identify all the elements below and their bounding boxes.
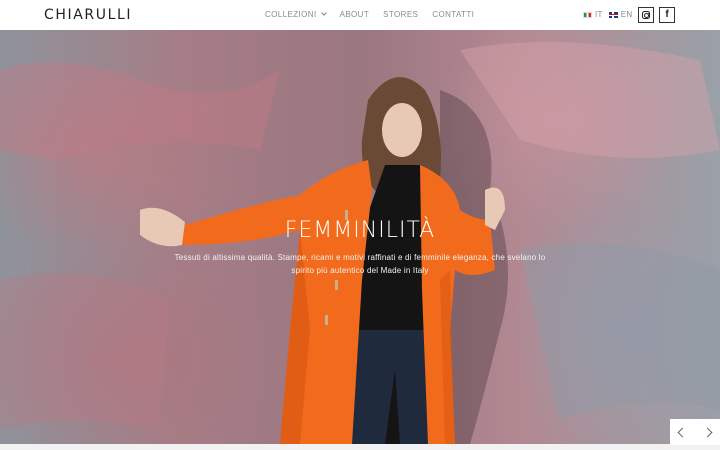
nav-item-label: CONTATTI xyxy=(432,10,475,19)
chevron-right-icon[interactable] xyxy=(702,427,713,437)
nav-item-about[interactable]: ABOUT xyxy=(340,10,370,19)
chevron-down-icon xyxy=(320,10,327,16)
nav-item-contatti[interactable]: CONTATTI xyxy=(432,10,474,19)
nav-item-stores[interactable]: STORES xyxy=(383,10,418,19)
italian-flag-icon xyxy=(583,11,592,18)
slider-controls xyxy=(670,419,720,445)
hero-slider: FEMMINILITÀ Tessuti di altissima qualità… xyxy=(0,30,720,444)
facebook-link[interactable]: f xyxy=(659,7,675,23)
nav-item-collezioni[interactable]: COLLEZIONI xyxy=(265,10,327,19)
main-nav: COLLEZIONI ABOUT STORES CONTATTI xyxy=(265,10,488,19)
nav-item-label: STORES xyxy=(383,10,419,19)
lang-it[interactable]: IT xyxy=(583,10,603,19)
page-bottom-strip xyxy=(0,444,720,450)
uk-flag-icon xyxy=(608,11,618,18)
nav-item-label: ABOUT xyxy=(339,10,370,19)
language-switcher: IT EN xyxy=(583,10,632,19)
lang-it-label: IT xyxy=(595,10,603,19)
lang-en[interactable]: EN xyxy=(608,10,633,19)
facebook-icon: f xyxy=(665,9,669,20)
lang-en-label: EN xyxy=(620,10,633,19)
instagram-link[interactable] xyxy=(638,7,654,23)
site-header: CHIARULLI COLLEZIONI ABOUT STORES CONTAT… xyxy=(0,0,720,30)
hero-title: FEMMINILITÀ xyxy=(284,218,436,243)
chevron-left-icon[interactable] xyxy=(677,427,688,437)
brand-logo[interactable]: CHIARULLI xyxy=(44,7,132,23)
instagram-icon xyxy=(642,11,650,19)
nav-item-label: COLLEZIONI xyxy=(265,10,317,19)
hero-subtitle: Tessuti di altissima qualità. Stampe, ri… xyxy=(174,253,546,275)
